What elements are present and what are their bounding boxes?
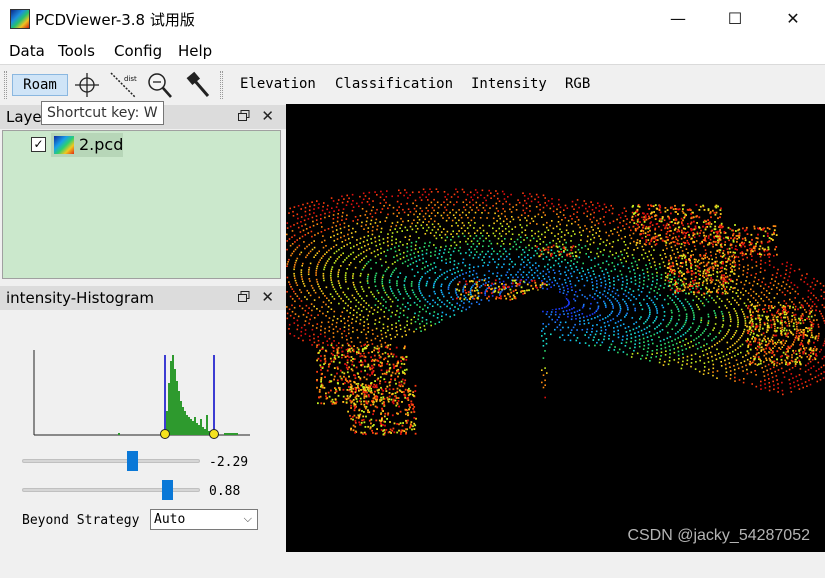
toolbar-grip-2[interactable] — [220, 71, 223, 99]
menu-data[interactable]: Data — [9, 42, 45, 60]
mode-rgb[interactable]: RGB — [565, 76, 590, 92]
toolbar: Roam dist Elevation Classification Inten… — [0, 64, 825, 104]
high-slider-thumb[interactable] — [162, 480, 174, 500]
low-threshold-handle[interactable] — [160, 429, 170, 439]
intensity-histogram-chart — [33, 350, 250, 439]
low-slider-track[interactable] — [22, 459, 200, 463]
histogram-dock-header: intensity-Histogram ✕ — [0, 286, 286, 310]
watermark-text: CSDN @jacky_54287052 — [627, 527, 810, 544]
high-slider-track[interactable] — [22, 488, 200, 492]
shortcut-tooltip: Shortcut key: W — [41, 101, 164, 125]
mode-elevation[interactable]: Elevation — [240, 76, 316, 92]
histogram-dock-title: intensity-Histogram — [6, 289, 154, 307]
chevron-down-icon: ⌵ — [243, 512, 252, 525]
low-slider-value: -2.29 — [209, 455, 249, 470]
close-histogram-dock-button[interactable]: ✕ — [261, 288, 274, 306]
point-cloud-render — [286, 188, 825, 436]
crosshair-icon[interactable] — [72, 70, 102, 100]
high-threshold-handle[interactable] — [209, 429, 219, 439]
point-cloud-thumbnail-icon — [54, 136, 74, 154]
float-dock-icon[interactable] — [238, 110, 250, 122]
mode-intensity[interactable]: Intensity — [471, 76, 547, 92]
layer-item[interactable]: 2.pcd — [51, 133, 123, 157]
layer-name: 2.pcd — [79, 135, 124, 154]
zoom-icon[interactable] — [144, 70, 174, 100]
minimize-button[interactable]: — — [655, 0, 701, 38]
app-logo-icon — [10, 9, 30, 29]
float-dock-icon[interactable] — [238, 291, 250, 303]
maximize-button[interactable]: ☐ — [712, 0, 758, 38]
window-title: PCDViewer-3.8 试用版 — [35, 11, 195, 29]
roam-button[interactable]: Roam — [12, 74, 68, 96]
menu-bar: Data Tools Config Help — [0, 38, 825, 64]
app-window: PCDViewer-3.8 试用版 — ☐ ✕ Data Tools Confi… — [0, 0, 825, 578]
beyond-strategy-select[interactable]: Auto ⌵ — [150, 509, 258, 530]
layer-list: ✓ 2.pcd — [2, 130, 281, 279]
hammer-icon[interactable] — [182, 70, 212, 100]
menu-config[interactable]: Config — [114, 42, 162, 60]
low-slider-thumb[interactable] — [127, 451, 139, 471]
beyond-strategy-value: Auto — [154, 512, 186, 527]
menu-tools[interactable]: Tools — [58, 42, 95, 60]
mode-classification[interactable]: Classification — [335, 76, 453, 92]
menu-help[interactable]: Help — [178, 42, 212, 60]
title-bar: PCDViewer-3.8 试用版 — ☐ ✕ — [0, 0, 825, 38]
close-layers-dock-button[interactable]: ✕ — [261, 107, 274, 125]
measure-distance-icon[interactable]: dist — [108, 70, 138, 100]
beyond-strategy-label: Beyond Strategy — [22, 513, 140, 528]
toolbar-grip[interactable] — [4, 71, 7, 99]
high-slider-value: 0.88 — [209, 484, 241, 499]
close-button[interactable]: ✕ — [770, 0, 816, 38]
layer-visibility-checkbox[interactable]: ✓ — [31, 137, 46, 152]
histogram-bars — [118, 355, 238, 435]
point-cloud-viewport[interactable]: CSDN @jacky_54287052 — [286, 104, 825, 552]
measure-icon-text: dist — [124, 75, 137, 83]
